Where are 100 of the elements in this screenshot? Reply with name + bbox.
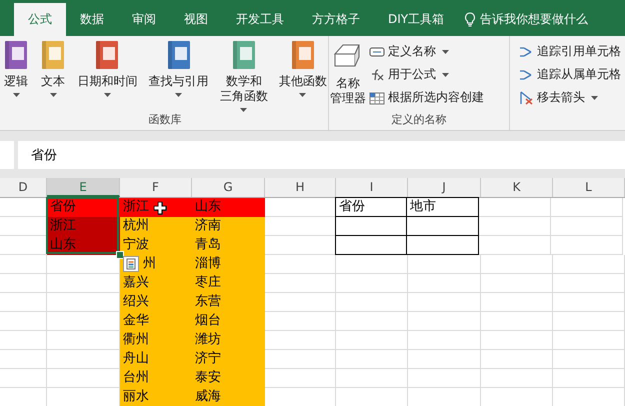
caret-icon <box>591 96 598 100</box>
ribbon-small-button[interactable]: 定义名称 <box>367 40 486 63</box>
column-header[interactable]: L <box>553 178 625 197</box>
ribbon-small-button[interactable]: 根据所选内容创建 <box>367 86 486 109</box>
column-header[interactable]: I <box>336 178 408 197</box>
tell-me-field[interactable]: 告诉我你想要做什么 <box>464 3 588 36</box>
table-cell: 潍坊 <box>192 331 265 350</box>
book-icon <box>94 40 120 70</box>
group-label: 定义的名称 <box>390 112 448 128</box>
table-cell <box>553 312 625 331</box>
table-cell <box>0 293 47 312</box>
table-cell <box>551 236 623 255</box>
table-cell <box>479 198 551 217</box>
book-icon <box>230 40 257 70</box>
ribbon-small-button[interactable]: 用于公式 <box>367 63 486 86</box>
table-cell: 山东 <box>192 198 265 217</box>
table-cell <box>336 369 408 388</box>
function-category-button[interactable]: 逻辑 <box>2 36 30 112</box>
table-cell <box>553 293 625 312</box>
table-cell <box>265 331 336 350</box>
quick-analysis-icon[interactable] <box>123 256 139 272</box>
group-label: 函数库 <box>148 112 182 128</box>
book-icon <box>3 40 29 70</box>
function-category-button[interactable]: 查找与引用 <box>148 36 210 112</box>
table-cell: 台州 <box>120 369 192 388</box>
column-header[interactable]: G <box>192 178 265 197</box>
table-cell <box>336 312 408 331</box>
table-cell: 宁波 <box>120 236 192 255</box>
table-cell <box>481 255 553 274</box>
table-cell: 地市 <box>406 197 479 217</box>
table-cell <box>335 235 407 255</box>
table-cell <box>553 369 625 388</box>
ribbon-tab[interactable]: 数据 <box>66 3 118 36</box>
book-icon <box>166 40 192 70</box>
ribbon-tab[interactable]: 审阅 <box>118 3 170 36</box>
table-cell <box>479 217 551 236</box>
table-cell <box>551 198 623 217</box>
label-icon <box>369 44 385 58</box>
table-cell: 浙江 <box>47 217 120 236</box>
table-icon <box>369 90 385 104</box>
table-cell <box>336 255 408 274</box>
table-cell <box>265 293 336 312</box>
table-cell: 枣庄 <box>192 274 265 293</box>
table-cell: 省份 <box>335 197 407 217</box>
table-cell <box>265 350 336 369</box>
function-category-button[interactable]: 其他函数 <box>278 36 328 112</box>
arrow-icon <box>518 44 534 58</box>
formula-field[interactable]: 省份 <box>18 141 625 169</box>
ribbon-tab[interactable]: 视图 <box>170 3 222 36</box>
table-cell: 杭州 <box>120 217 192 236</box>
ribbon-tab[interactable]: 方方格子 <box>298 3 374 36</box>
table-cell <box>0 331 47 350</box>
function-category-button[interactable]: 日期和时间 <box>76 36 138 112</box>
function-category-button[interactable]: 文本 <box>39 36 68 112</box>
table-cell <box>0 274 47 293</box>
table-cell <box>0 350 47 369</box>
function-icon <box>369 68 385 82</box>
name-manager-button[interactable]: 名称 管理器 <box>329 36 367 112</box>
caret-icon <box>442 50 449 54</box>
column-header[interactable]: K <box>481 178 553 197</box>
table-cell <box>481 274 553 293</box>
ribbon-small-button[interactable]: 追踪从属单元格 <box>516 63 625 86</box>
table-cell: 绍兴 <box>120 293 192 312</box>
table-cell <box>336 274 408 293</box>
ribbon-tab[interactable]: 开发工具 <box>222 3 298 36</box>
table-cell <box>481 369 553 388</box>
column-header[interactable]: J <box>408 178 481 197</box>
table-cell: 衢州 <box>120 331 192 350</box>
column-header[interactable]: H <box>265 178 336 197</box>
table-cell <box>336 331 408 350</box>
ribbon-tab[interactable]: 公式 <box>14 3 66 36</box>
lightbulb-icon <box>464 12 476 27</box>
ribbon-small-button[interactable]: 追踪引用单元格 <box>516 40 625 63</box>
table-cell <box>479 236 551 255</box>
table-cell: 东营 <box>192 293 265 312</box>
table-cell <box>481 293 553 312</box>
ribbon-tab[interactable]: DIY工具箱 <box>374 3 458 36</box>
table-cell <box>553 274 625 293</box>
table-cell: 青岛 <box>192 236 265 255</box>
fill-handle[interactable] <box>116 251 124 259</box>
table-cell <box>553 255 625 274</box>
ribbon-small-button[interactable]: 移去箭头 <box>516 86 625 109</box>
table-cell: 舟山 <box>120 350 192 369</box>
table-cell: 烟台 <box>192 312 265 331</box>
table-cell: 金华 <box>120 312 192 331</box>
column-header[interactable]: F <box>120 178 192 197</box>
table-cell <box>0 369 47 388</box>
table-cell <box>553 350 625 369</box>
table-cell <box>265 312 336 331</box>
function-category-button[interactable]: 数学和 三角函数 <box>218 36 269 112</box>
table-cell: 丽水 <box>120 388 192 406</box>
table-cell: 泰安 <box>192 369 265 388</box>
table-cell <box>481 312 553 331</box>
table-cell <box>336 293 408 312</box>
remove-arrows-icon <box>518 90 534 104</box>
table-cell: 济南 <box>192 217 265 236</box>
table-cell: 济宁 <box>192 350 265 369</box>
column-header[interactable]: E <box>47 178 120 197</box>
book-icon <box>290 40 316 70</box>
table-cell <box>336 350 408 369</box>
